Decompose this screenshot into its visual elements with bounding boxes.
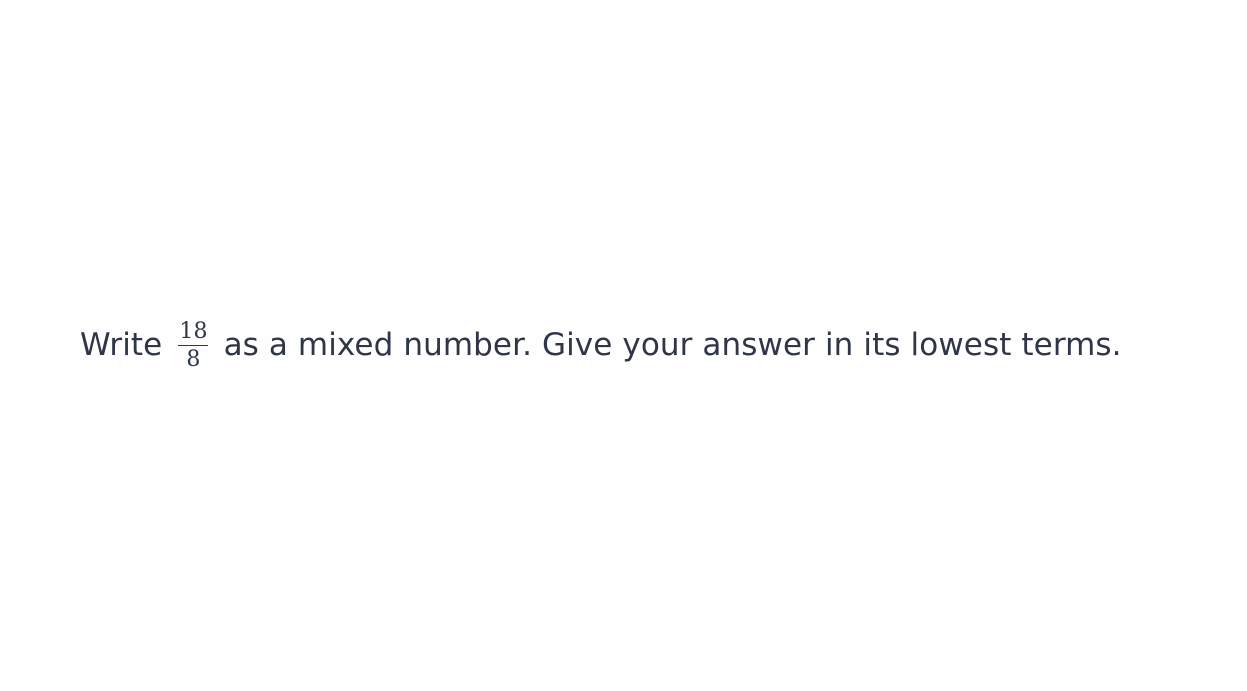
fraction-denominator: 8 <box>186 347 201 372</box>
question-prompt: Write 18 8 as a mixed number. Give your … <box>80 313 1180 377</box>
fraction: 18 8 <box>177 320 209 372</box>
question-suffix: as a mixed number. Give your answer in i… <box>223 327 1122 363</box>
fraction-numerator: 18 <box>179 319 208 344</box>
question-prefix: Write <box>80 327 163 363</box>
